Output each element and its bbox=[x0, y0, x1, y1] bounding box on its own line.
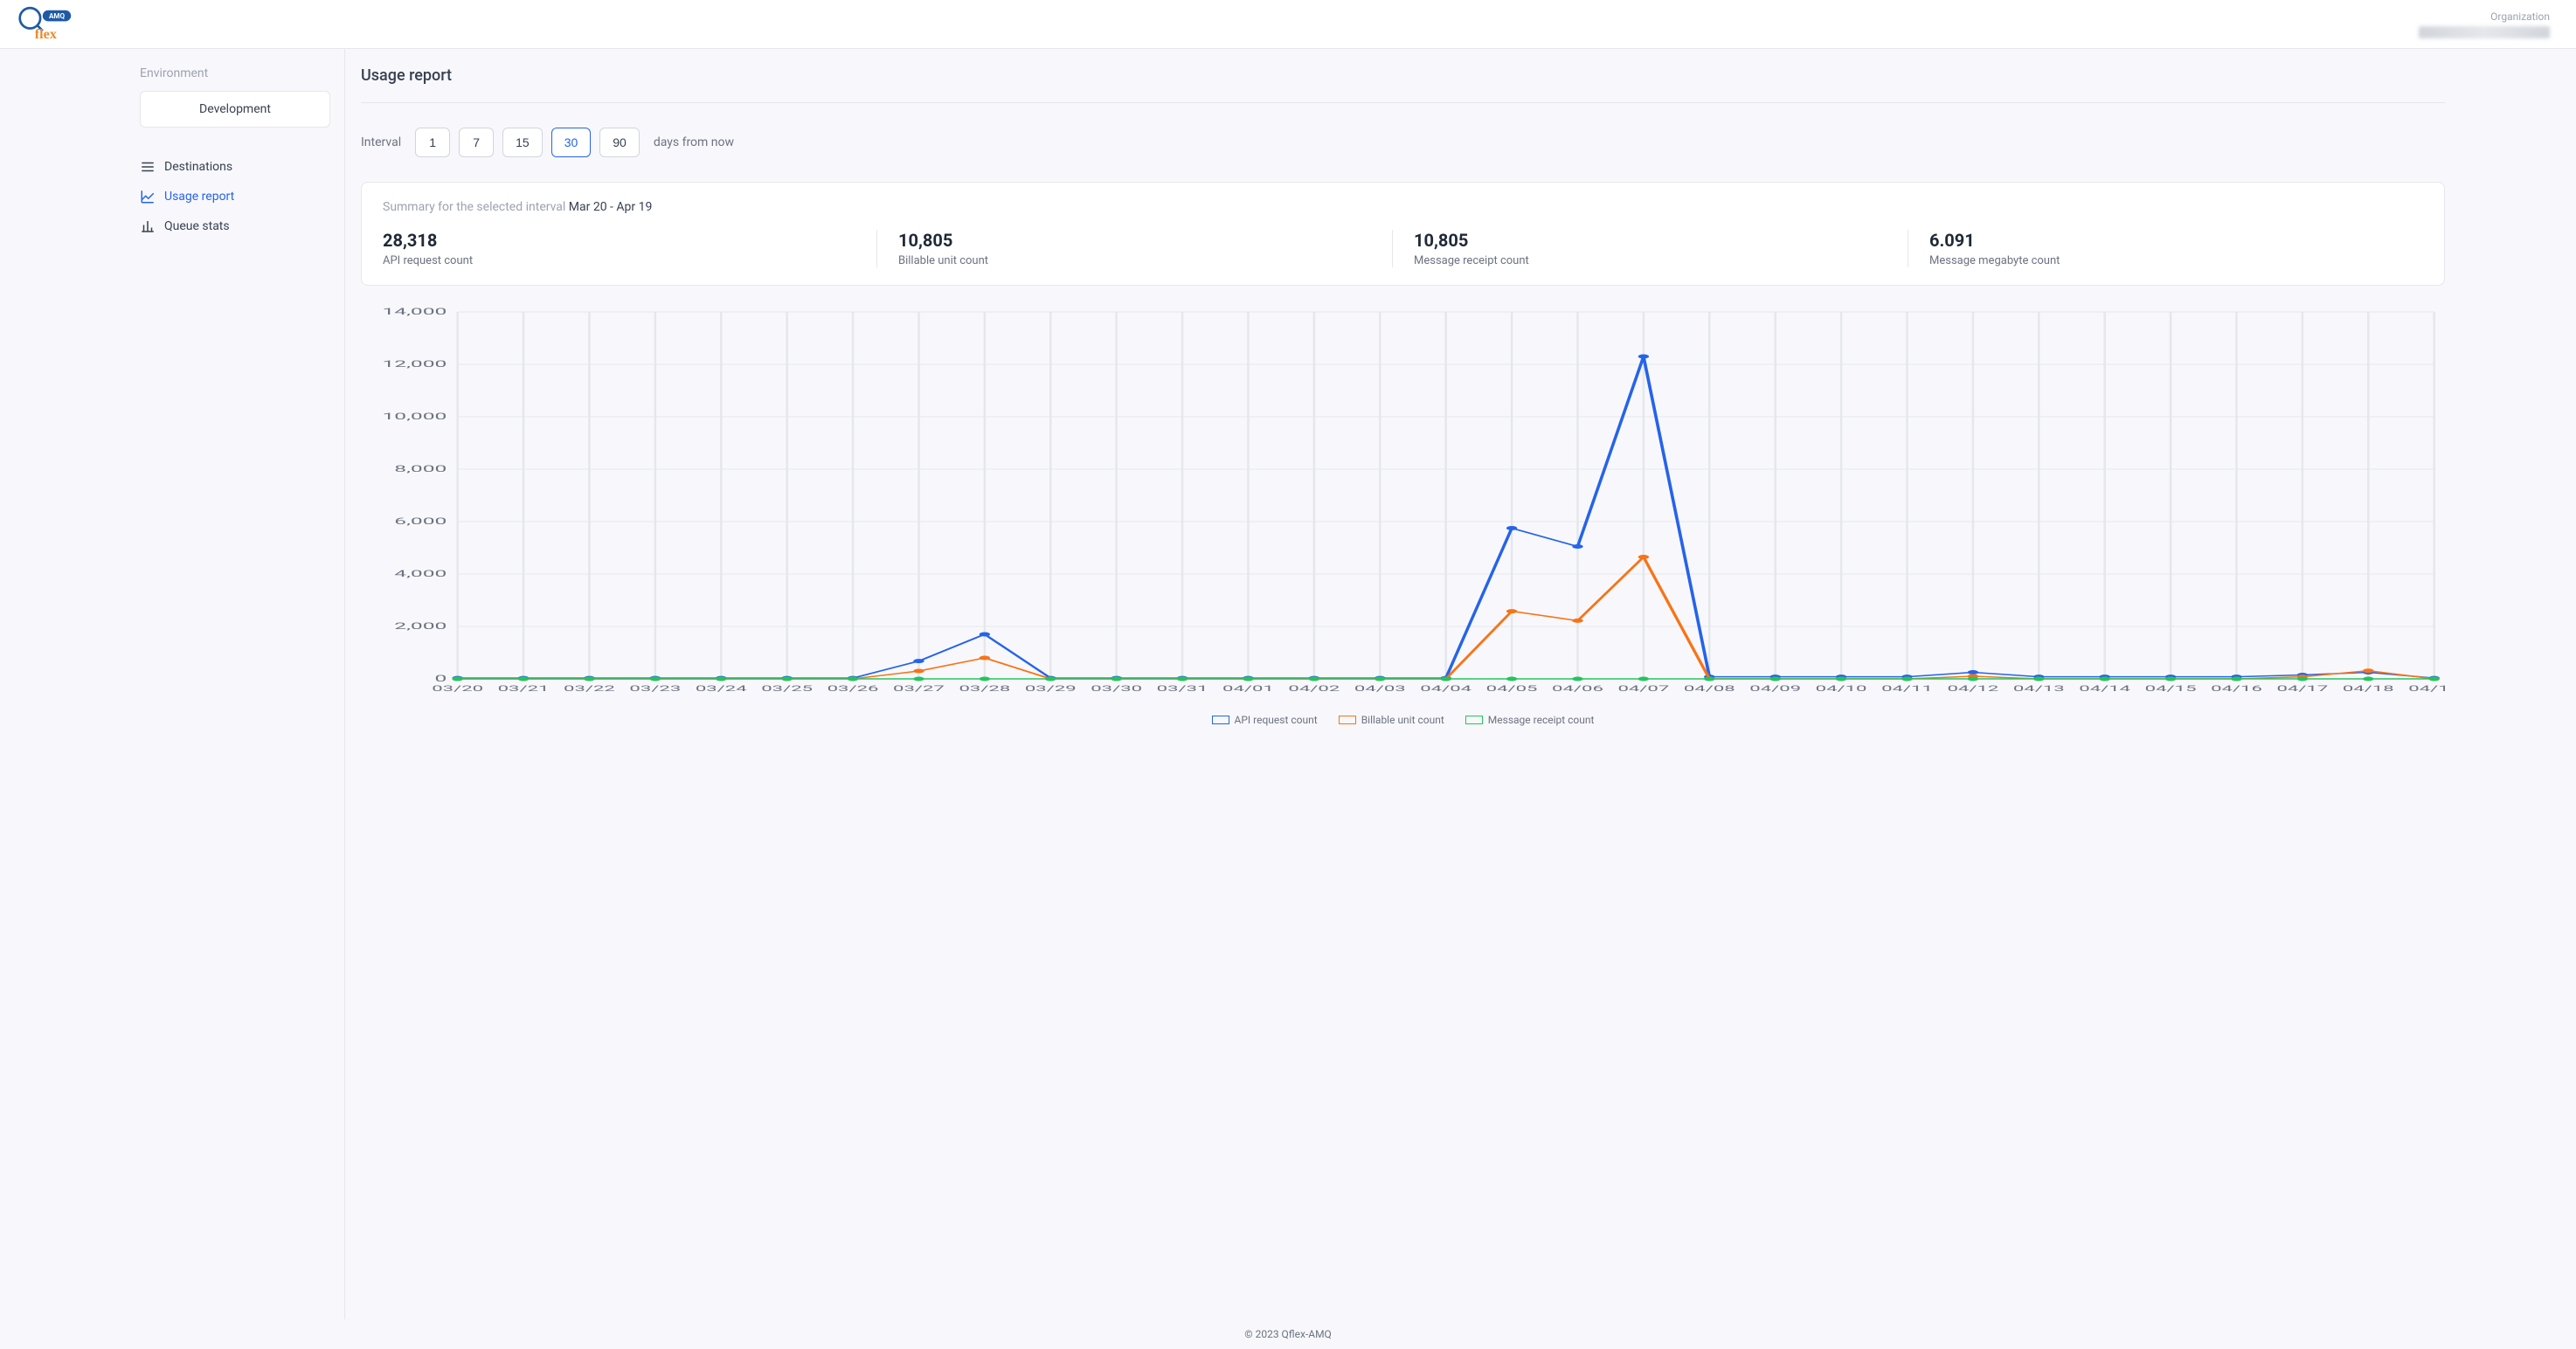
svg-text:flex: flex bbox=[35, 26, 57, 42]
stat-value: 10,805 bbox=[898, 230, 1371, 251]
environment-selector[interactable]: Development bbox=[140, 91, 330, 128]
svg-text:04/13: 04/13 bbox=[2013, 684, 2065, 694]
svg-text:03/29: 03/29 bbox=[1025, 684, 1077, 694]
logo[interactable]: AMQ flex bbox=[17, 5, 80, 44]
svg-text:04/08: 04/08 bbox=[1684, 684, 1735, 694]
svg-text:10,000: 10,000 bbox=[382, 412, 447, 422]
summary-card: Summary for the selected interval Mar 20… bbox=[361, 182, 2445, 286]
stat-message-megabyte-count: 6.091 Message megabyte count bbox=[1929, 230, 2423, 267]
chart-line-icon bbox=[140, 189, 156, 204]
footer-copyright: © 2023 Qflex-AMQ bbox=[0, 1319, 2576, 1349]
svg-text:03/28: 03/28 bbox=[959, 684, 1010, 694]
organization-label: Organization bbox=[2419, 10, 2550, 23]
svg-text:4,000: 4,000 bbox=[394, 569, 447, 579]
svg-text:04/01: 04/01 bbox=[1222, 684, 1274, 694]
svg-text:AMQ: AMQ bbox=[49, 10, 65, 19]
days-from-now-label: days from now bbox=[654, 135, 734, 149]
svg-text:03/31: 03/31 bbox=[1157, 684, 1208, 694]
svg-text:12,000: 12,000 bbox=[382, 359, 447, 370]
svg-text:04/11: 04/11 bbox=[1881, 684, 1933, 694]
interval-row: Interval 1 7 15 30 90 days from now bbox=[361, 128, 2445, 157]
svg-text:04/16: 04/16 bbox=[2211, 684, 2262, 694]
svg-text:03/26: 03/26 bbox=[828, 684, 879, 694]
svg-text:04/10: 04/10 bbox=[1816, 684, 1867, 694]
interval-label: Interval bbox=[361, 135, 401, 149]
svg-text:0: 0 bbox=[435, 674, 447, 684]
svg-text:8,000: 8,000 bbox=[394, 464, 447, 474]
summary-date-range: Mar 20 - Apr 19 bbox=[569, 200, 653, 214]
svg-text:04/05: 04/05 bbox=[1486, 684, 1538, 694]
svg-text:03/23: 03/23 bbox=[629, 684, 681, 694]
interval-button-15[interactable]: 15 bbox=[502, 128, 543, 157]
header: AMQ flex Organization bbox=[0, 0, 2576, 49]
stat-api-request-count: 28,318 API request count bbox=[383, 230, 877, 267]
bar-chart-icon bbox=[140, 218, 156, 234]
svg-text:2,000: 2,000 bbox=[394, 621, 447, 632]
stat-value: 28,318 bbox=[383, 230, 855, 251]
usage-chart: 0 2,000 4,000 6,000 8,000 10,000 12,000 14,000 0… bbox=[361, 303, 2445, 705]
svg-text:04/18: 04/18 bbox=[2343, 684, 2394, 694]
interval-button-30[interactable]: 30 bbox=[551, 128, 592, 157]
chart-legend: API request countBillable unit countMess… bbox=[361, 714, 2445, 727]
sidebar-item-destinations[interactable]: Destinations bbox=[140, 152, 344, 182]
list-icon bbox=[140, 159, 156, 175]
svg-text:03/30: 03/30 bbox=[1091, 684, 1142, 694]
content: Usage report Interval 1 7 15 30 90 days … bbox=[345, 49, 2576, 1319]
svg-text:04/07: 04/07 bbox=[1617, 684, 1669, 694]
svg-text:04/19: 04/19 bbox=[2408, 684, 2445, 694]
stat-label: Message receipt count bbox=[1414, 254, 1887, 267]
page-title: Usage report bbox=[361, 66, 2445, 103]
organization-selector[interactable]: Organization bbox=[2419, 10, 2559, 38]
svg-text:03/22: 03/22 bbox=[564, 684, 615, 694]
svg-text:04/14: 04/14 bbox=[2079, 684, 2130, 694]
stat-message-receipt-count: 10,805 Message receipt count bbox=[1414, 230, 1908, 267]
sidebar: Environment Development Destinations Usa… bbox=[0, 49, 345, 1319]
interval-button-90[interactable]: 90 bbox=[599, 128, 640, 157]
interval-button-7[interactable]: 7 bbox=[459, 128, 494, 157]
environment-label: Environment bbox=[140, 66, 344, 80]
svg-text:04/15: 04/15 bbox=[2145, 684, 2197, 694]
organization-value-redacted bbox=[2419, 26, 2550, 38]
stat-billable-unit-count: 10,805 Billable unit count bbox=[898, 230, 1393, 267]
sidebar-item-label: Usage report bbox=[164, 190, 234, 204]
svg-text:03/25: 03/25 bbox=[761, 684, 813, 694]
svg-text:04/04: 04/04 bbox=[1420, 684, 1472, 694]
svg-text:04/17: 04/17 bbox=[2276, 684, 2328, 694]
svg-text:04/09: 04/09 bbox=[1749, 684, 1801, 694]
stat-label: API request count bbox=[383, 254, 855, 267]
svg-text:04/06: 04/06 bbox=[1552, 684, 1603, 694]
svg-text:04/12: 04/12 bbox=[1947, 684, 1998, 694]
svg-text:03/21: 03/21 bbox=[498, 684, 550, 694]
svg-text:6,000: 6,000 bbox=[394, 516, 447, 527]
svg-text:03/20: 03/20 bbox=[432, 684, 483, 694]
svg-text:03/24: 03/24 bbox=[696, 684, 747, 694]
interval-button-1[interactable]: 1 bbox=[415, 128, 450, 157]
sidebar-item-queue-stats[interactable]: Queue stats bbox=[140, 211, 344, 241]
sidebar-item-label: Destinations bbox=[164, 160, 232, 174]
stat-label: Billable unit count bbox=[898, 254, 1371, 267]
stat-value: 6.091 bbox=[1929, 230, 2402, 251]
svg-text:03/27: 03/27 bbox=[893, 684, 945, 694]
sidebar-item-usage-report[interactable]: Usage report bbox=[140, 182, 344, 211]
sidebar-item-label: Queue stats bbox=[164, 219, 230, 233]
svg-text:04/03: 04/03 bbox=[1354, 684, 1406, 694]
stat-label: Message megabyte count bbox=[1929, 254, 2402, 267]
stat-value: 10,805 bbox=[1414, 230, 1887, 251]
svg-text:14,000: 14,000 bbox=[382, 307, 447, 317]
svg-text:04/02: 04/02 bbox=[1288, 684, 1340, 694]
summary-title: Summary for the selected interval Mar 20… bbox=[383, 200, 2423, 214]
